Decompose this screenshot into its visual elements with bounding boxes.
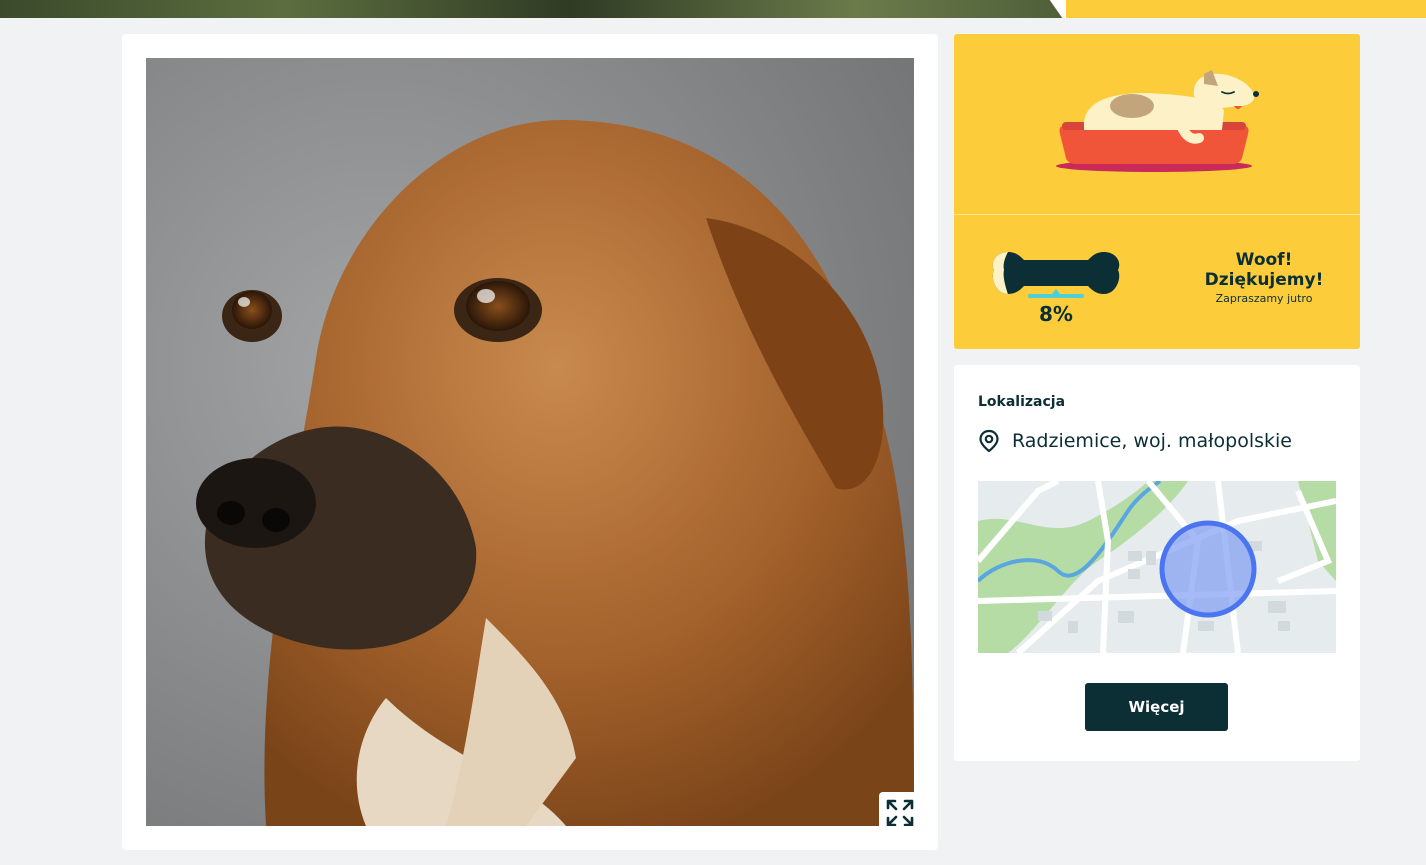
thanks-subtitle: Zapraszamy jutro — [1215, 292, 1313, 305]
map-area-circle — [1159, 520, 1257, 618]
feeding-progress-label: 8% — [1039, 302, 1073, 326]
expand-photo-button[interactable] — [879, 792, 914, 826]
dog-photo[interactable] — [146, 58, 914, 826]
banner-yellow-block — [1066, 0, 1426, 18]
bone-progress-icon — [992, 252, 1120, 298]
location-card: Lokalizacja Radziemice, woj. małopolskie — [954, 365, 1360, 761]
location-place: Radziemice, woj. małopolskie — [1012, 430, 1292, 452]
card-divider — [954, 214, 1360, 215]
expand-arrows-icon — [886, 799, 914, 826]
top-banner — [0, 0, 1426, 18]
dog-photo-illustration — [146, 58, 914, 826]
location-map[interactable] — [978, 481, 1336, 653]
thanks-title-line1: Woof! — [1235, 250, 1293, 270]
sleeping-dog-illustration — [1056, 70, 1259, 172]
location-heading: Lokalizacja — [978, 394, 1066, 410]
feeding-status-card: 8% Woof! Dziękujemy! Zapraszamy jutro — [954, 34, 1360, 349]
map-illustration — [978, 481, 1336, 653]
thanks-title-line2: Dziękujemy! — [1204, 270, 1324, 290]
pet-photo-card — [122, 34, 938, 850]
thanks-message: Woof! Dziękujemy! Zapraszamy jutro — [1194, 250, 1334, 305]
more-button[interactable]: Więcej — [1085, 683, 1228, 731]
location-pin-icon — [979, 429, 999, 453]
location-row: Radziemice, woj. małopolskie — [978, 429, 1292, 453]
